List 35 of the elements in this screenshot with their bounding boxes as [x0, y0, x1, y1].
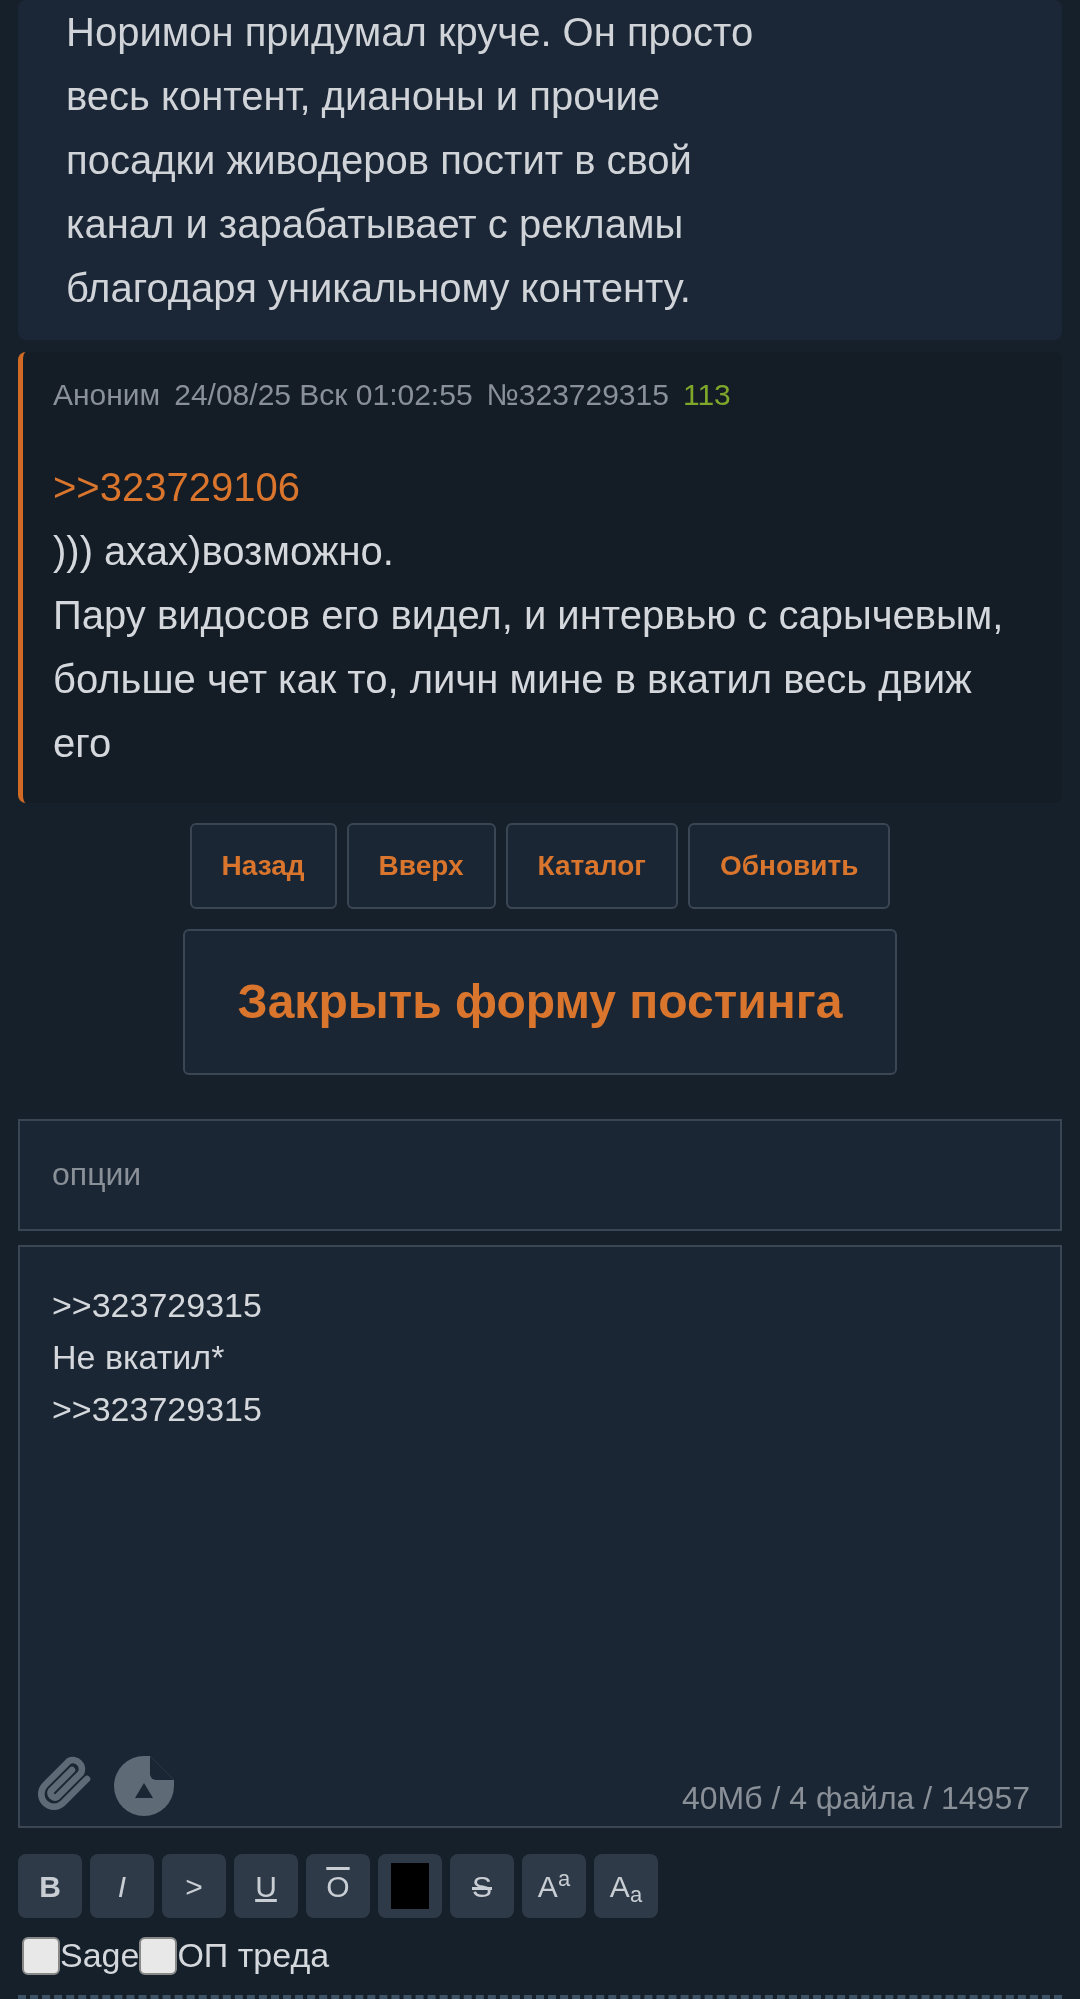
checkbox-label: ОП треда — [177, 1935, 330, 1976]
checkbox[interactable] — [139, 1936, 178, 1975]
message-field[interactable]: >>323729315 Не вкатил* >>323729315 40Мб / 4 файла / 14957 — [18, 1244, 1062, 1828]
quote-button[interactable]: > — [162, 1854, 226, 1918]
nav-button[interactable]: Назад — [189, 823, 337, 909]
checkbox-label: Sage — [60, 1935, 140, 1976]
close-form-button[interactable]: Закрыть форму постинга — [183, 929, 897, 1075]
checkbox[interactable] — [22, 1936, 60, 1975]
spoiler-button[interactable] — [378, 1854, 442, 1918]
overline-button[interactable]: O — [306, 1854, 370, 1918]
post-text-line: благодаря уникальному контенту. — [66, 265, 692, 312]
post-text-line: Норимон придумал круче. Он просто — [66, 9, 755, 56]
italic-button[interactable]: I — [90, 1854, 154, 1918]
nav-button[interactable]: Каталог — [505, 823, 678, 909]
post-date: 24/08/25 Вск 01:02:55 — [174, 377, 473, 413]
post-index: 113 — [682, 377, 731, 413]
strikethrough-button[interactable]: S — [450, 1854, 514, 1918]
underline-button[interactable]: U — [234, 1854, 298, 1918]
nav-button[interactable]: Обновить — [688, 823, 891, 909]
post-author: Аноним — [53, 377, 161, 413]
nav-button[interactable]: Вверх — [346, 823, 496, 909]
subscript-button[interactable]: A$_{a}$ — [594, 1854, 658, 1918]
post-text: ))) ахах)возможно. — [53, 528, 395, 575]
spoiler-swatch-icon — [391, 1863, 429, 1909]
reply-link[interactable]: >>323729106 — [53, 455, 300, 519]
post-text-line: канал и зарабатывает с рекламы — [66, 201, 685, 248]
message-input[interactable]: >>323729315 Не вкатил* >>323729315 — [20, 1246, 1060, 1750]
post-number[interactable]: №323729315 — [486, 372, 669, 417]
post-text-line: посадки живодеров постит в свой — [66, 137, 693, 184]
post-text: Пару видосов его видел, и интервью с сарычевым, больше чет как то, личн мине в вкатил весь движ его — [53, 592, 1005, 767]
options-field[interactable]: опции — [18, 1119, 1062, 1231]
superscript-button[interactable]: A$^{a}$ — [522, 1854, 586, 1918]
limits-text: 40Мб / 4 файла / 14957 — [681, 1779, 1030, 1818]
bold-button[interactable]: B — [18, 1854, 82, 1918]
post-text-line: весь контент, дианоны и прочие — [66, 73, 661, 120]
